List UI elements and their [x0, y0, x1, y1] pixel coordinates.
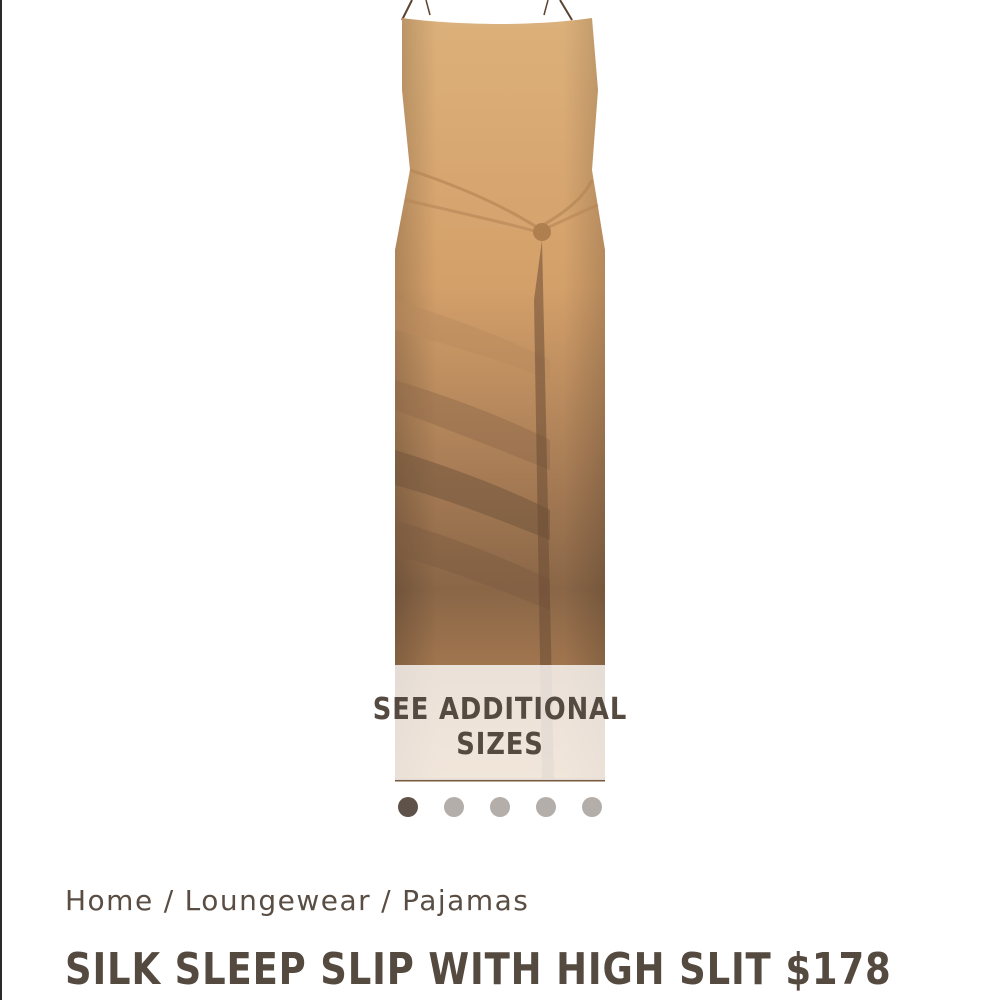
product-gallery[interactable]: SEE ADDITIONAL SIZES	[0, 0, 1000, 840]
carousel-dot[interactable]	[490, 797, 510, 817]
product-price: $178	[785, 944, 892, 995]
breadcrumb-separator: /	[381, 884, 393, 917]
breadcrumb-loungewear[interactable]: Loungewear	[185, 884, 372, 917]
product-title: SILK SLEEP SLIP WITH HIGH SLIT	[65, 944, 772, 995]
breadcrumb-home[interactable]: Home	[65, 884, 154, 917]
breadcrumb-pajamas[interactable]: Pajamas	[402, 884, 529, 917]
carousel-dot[interactable]	[582, 797, 602, 817]
carousel-dot[interactable]	[536, 797, 556, 817]
product-title-row: SILK SLEEP SLIP WITH HIGH SLIT $178	[65, 944, 892, 995]
carousel-dot[interactable]	[398, 797, 418, 817]
carousel-dots	[0, 797, 1000, 817]
see-additional-sizes-button[interactable]: SEE ADDITIONAL SIZES	[328, 692, 672, 762]
breadcrumb: Home / Loungewear / Pajamas	[65, 884, 529, 917]
carousel-dot[interactable]	[444, 797, 464, 817]
breadcrumb-separator: /	[163, 884, 175, 917]
